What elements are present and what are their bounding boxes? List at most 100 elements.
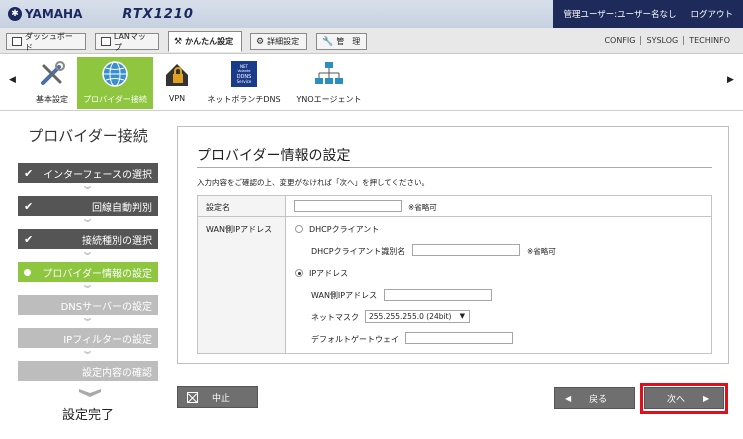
model-name: RTX1210 (122, 6, 194, 22)
tab-label: LANマップ (113, 31, 146, 52)
current-step-icon (24, 268, 31, 276)
feature-label: YNOエージェント (296, 95, 362, 104)
brand-name: YAMAHA (25, 7, 83, 21)
step-label: 接続種別の選択 (82, 235, 152, 247)
wand-icon: ⚒ (174, 36, 183, 47)
check-icon: ✔ (24, 199, 34, 213)
feature-label: ネットボランチDNS (207, 95, 281, 104)
big-chevron-down-icon (79, 389, 101, 397)
wizard-step-dns: DNSサーバーの設定 (18, 295, 158, 315)
netmask-select[interactable]: 255.255.255.0 (24bit) ▼ (365, 310, 470, 323)
back-label: 戻る (589, 394, 608, 405)
tab-label: 管 理 (336, 37, 361, 46)
feature-provider-connection[interactable]: プロバイダー接続 (77, 57, 153, 109)
main-menu: ダッシュボード LANマップ ⚒ かんたん設定 ⚙ 詳細設定 🔧 管 理 CON… (0, 28, 743, 54)
tab-advanced[interactable]: ⚙ 詳細設定 (250, 33, 307, 50)
feature-netvolante-dns[interactable]: NET Volante DDNS Service ネットボランチDNS (204, 57, 284, 109)
wizard-step-confirm: 設定内容の確認 (18, 361, 158, 381)
brand-bar: ✱ YAMAHA RTX1210 (0, 0, 553, 28)
lock-house-icon (166, 64, 188, 86)
triangle-left-icon: ◀ (565, 393, 572, 403)
dhcp-client-label: DHCPクライアント (309, 225, 380, 234)
step-label: IPフィルターの設定 (63, 334, 152, 346)
chevron-down-icon: ︾ (84, 318, 91, 326)
logout-link[interactable]: ログアウト (690, 8, 733, 20)
feature-label: プロバイダー接続 (83, 95, 147, 104)
check-icon: ✔ (24, 232, 34, 246)
dropdown-arrow-icon: ▼ (459, 312, 465, 320)
wizard-step-provider-info: プロバイダー情報の設定 (18, 262, 158, 282)
column-divider (285, 196, 286, 353)
dashboard-icon (12, 37, 22, 46)
tab-label: 詳細設定 (267, 37, 300, 46)
chevron-down-icon: ︾ (84, 186, 91, 194)
feature-yno-agent[interactable]: YNOエージェント (294, 57, 364, 109)
gear-icon: ⚙ (256, 36, 265, 47)
globe-icon (102, 61, 128, 87)
wizard-step-auto-detect: ✔ 回線自動判別 (18, 196, 158, 216)
settings-form: 設定名 ※省略可 WAN側IPアドレス DHCPクライアント DHCPクライアン… (197, 195, 712, 354)
dns-icon-text-service: Service (237, 79, 252, 84)
wan-ip-input[interactable] (384, 289, 492, 301)
back-button[interactable]: ◀ 戻る (554, 387, 635, 409)
setting-name-input[interactable] (294, 200, 402, 212)
settings-panel: プロバイダー情報の設定 入力内容をご確認の上、変更がなければ「次へ」を押してくだ… (177, 126, 729, 364)
wizard-title: プロバイダー接続 (28, 127, 148, 145)
tab-label: かんたん設定 (185, 37, 234, 46)
feature-basic-settings[interactable]: 基本設定 (32, 57, 72, 109)
tab-lan-map[interactable]: LANマップ (95, 31, 159, 52)
wizard-step-interface: ✔ インターフェースの選択 (18, 163, 158, 183)
syslog-link[interactable]: SYSLOG (640, 36, 683, 45)
top-bar: ✱ YAMAHA RTX1210 管理ユーザー:ユーザー名なし ログアウト (0, 0, 743, 28)
feature-label: VPN (168, 94, 186, 103)
ip-address-radio[interactable] (295, 269, 303, 277)
wizard-step-connection-type: ✔ 接続種別の選択 (18, 229, 158, 249)
scroll-right-icon[interactable]: ▶ (727, 75, 734, 85)
netmask-label: ネットマスク (311, 313, 359, 322)
check-icon: ✔ (24, 166, 34, 180)
feature-vpn[interactable]: VPN (160, 57, 194, 109)
ip-address-label: IPアドレス (309, 269, 349, 278)
setting-name-row (198, 196, 711, 217)
cancel-button[interactable]: 中止 (177, 386, 258, 408)
dhcp-client-id-label: DHCPクライアント識別名 (311, 247, 406, 256)
gateway-label: デフォルトゲートウェイ (311, 335, 399, 344)
wan-ip-field-label: WAN側IPアドレス (311, 291, 378, 300)
triangle-right-icon: ▶ (703, 393, 710, 403)
label-column (198, 196, 285, 353)
chevron-down-icon: ︾ (84, 219, 91, 227)
user-label: 管理ユーザー:ユーザー名なし (563, 10, 677, 20)
user-bar: 管理ユーザー:ユーザー名なし ログアウト (553, 0, 743, 28)
tab-easy-setup[interactable]: ⚒ かんたん設定 (168, 31, 242, 52)
step-label: DNSサーバーの設定 (60, 301, 152, 313)
page-description: 入力内容をご確認の上、変更がなければ「次へ」を押してください。 (197, 178, 430, 187)
setting-name-label: 設定名 (206, 203, 230, 212)
dhcp-client-id-input[interactable] (412, 244, 520, 256)
netmask-value: 255.255.255.0 (24bit) (369, 312, 452, 321)
chevron-down-icon: ︾ (84, 285, 91, 293)
network-icon (315, 62, 343, 84)
step-label: プロバイダー情報の設定 (42, 268, 152, 280)
tools-icon (41, 61, 65, 85)
tab-dashboard[interactable]: ダッシュボード (6, 32, 86, 52)
gateway-input[interactable] (405, 332, 513, 344)
tab-manage[interactable]: 🔧 管 理 (316, 33, 367, 50)
dns-icon-text-volante: Volante (237, 69, 250, 73)
cancel-label: 中止 (212, 393, 231, 404)
techinfo-link[interactable]: TECHINFO (683, 36, 735, 45)
tuning-fork-icon: ✱ (8, 7, 22, 21)
step-label: 設定内容の確認 (82, 367, 152, 379)
optional-note: ※省略可 (408, 203, 437, 212)
title-divider (197, 167, 712, 168)
config-link[interactable]: CONFIG (599, 36, 640, 45)
dns-service-icon: NET Volante DDNS Service (231, 61, 257, 87)
scroll-left-icon[interactable]: ◀ (9, 75, 16, 85)
feature-icon-strip: ◀ 基本設定 プロバイダー接続 VPN NET Volante DDNS Ser… (0, 55, 743, 111)
wrench-icon: 🔧 (322, 36, 334, 47)
next-button[interactable]: 次へ ▶ (644, 387, 724, 409)
next-label: 次へ (667, 394, 686, 405)
step-label: 回線自動判別 (92, 202, 152, 214)
chevron-down-icon: ︾ (84, 252, 91, 260)
dhcp-client-radio[interactable] (295, 225, 303, 233)
wan-ip-label: WAN側IPアドレス (206, 225, 273, 234)
